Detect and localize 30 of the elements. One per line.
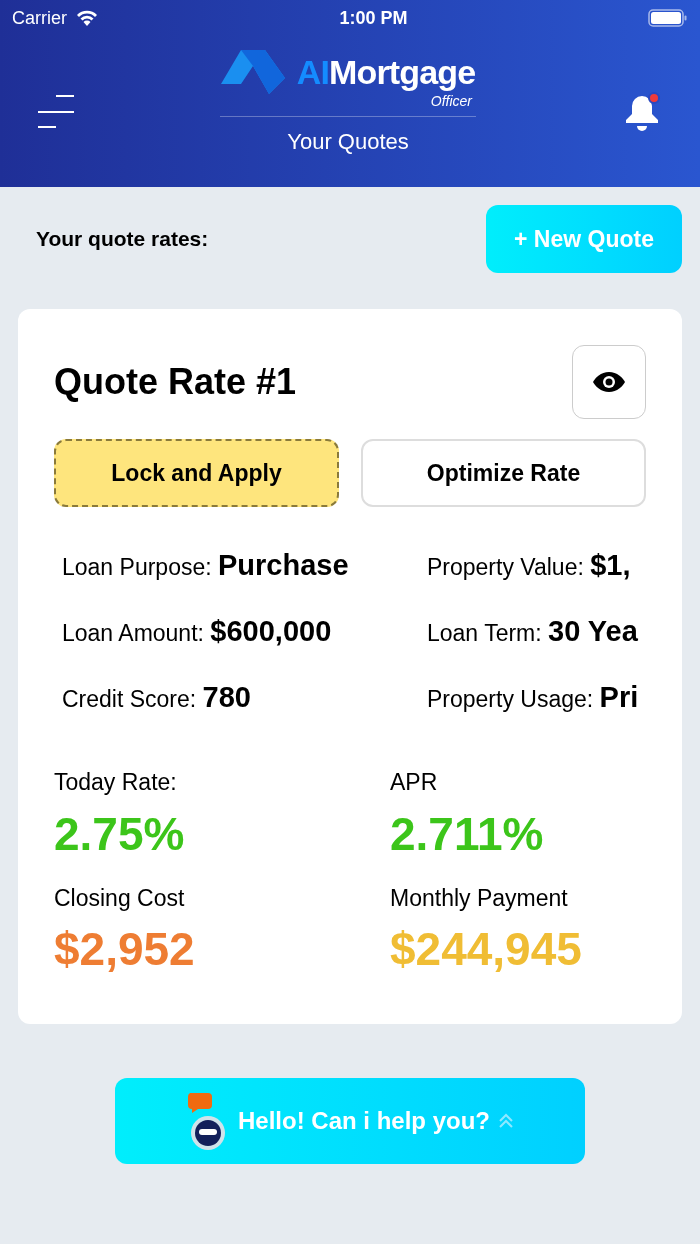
chevrons-up-icon [498, 1113, 514, 1129]
loan-detail: Loan Amount: $600,000 [62, 614, 333, 649]
metric-value: 2.75% [54, 806, 186, 862]
quote-title: Quote Rate #1 [54, 360, 297, 404]
logo-tagline: Officer [430, 93, 472, 108]
metric-value: $2,952 [54, 922, 196, 977]
metric-label: Monthly Payment [390, 883, 569, 913]
metric-value: $244,945 [390, 922, 583, 977]
menu-icon[interactable] [36, 93, 76, 130]
logo-icon [220, 49, 285, 94]
page-title: Your Quotes [287, 127, 409, 156]
battery-icon [648, 8, 688, 28]
eye-icon [592, 371, 626, 393]
logo-wordmark: AIMortgage [296, 54, 476, 89]
carrier-name: Carrier [12, 6, 67, 30]
metric-label: Closing Cost [54, 883, 186, 913]
section-label: Your quote rates: [36, 226, 209, 253]
lock-apply-button[interactable]: Lock and Apply [54, 439, 339, 507]
loan-detail: Credit Score: 780 [62, 680, 252, 715]
wifi-icon [75, 9, 99, 27]
loan-detail: Loan Term: 30 Yea [427, 614, 639, 649]
metric-label: Today Rate: [54, 768, 178, 797]
status-time: 1:00 PM [339, 6, 408, 30]
view-button[interactable] [572, 345, 646, 419]
loan-detail: Loan Purpose: Purchase [62, 548, 350, 583]
metric-label: APR [390, 768, 439, 797]
optimize-button[interactable]: Optimize Rate [361, 439, 646, 507]
loan-detail: Property Usage: Pri [427, 680, 640, 715]
metric-value: 2.711% [390, 806, 545, 862]
loan-detail: Property Value: $1, [427, 548, 632, 583]
